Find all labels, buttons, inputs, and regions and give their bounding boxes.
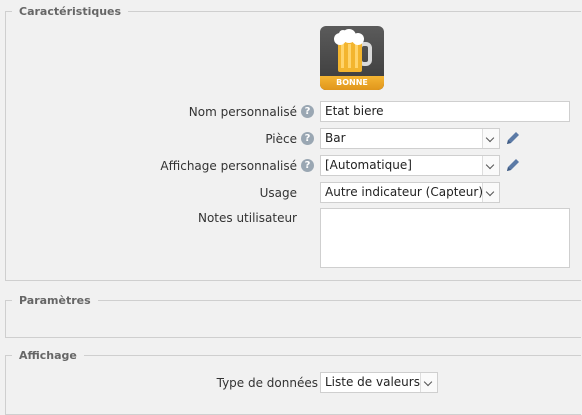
device-status-label: BONNE <box>320 76 384 90</box>
piece-select-value: Bar <box>325 131 346 145</box>
notes-textarea[interactable] <box>320 208 570 268</box>
fieldset-parametres: Paramètres <box>5 294 581 338</box>
section-title-caracteristiques: Caractéristiques <box>12 5 129 19</box>
type-select-value: Liste de valeurs <box>325 375 420 389</box>
affichage-select[interactable]: [Automatique] <box>320 155 500 176</box>
pencil-icon[interactable] <box>504 156 522 174</box>
section-title-affichage: Affichage <box>12 349 84 363</box>
chevron-down-icon <box>482 183 499 202</box>
help-icon[interactable]: ? <box>301 132 314 145</box>
chevron-down-icon <box>482 156 499 175</box>
beer-mug-icon <box>334 29 372 72</box>
affichage-label: Affichage personnalisé <box>160 159 297 173</box>
nom-label: Nom personnalisé <box>188 105 297 119</box>
pencil-icon[interactable] <box>504 129 522 147</box>
device-icon[interactable]: BONNE <box>320 26 384 90</box>
section-title-parametres: Paramètres <box>12 294 98 308</box>
affichage-select-value: [Automatique] <box>325 158 412 172</box>
usage-select[interactable]: Autre indicateur (Capteur) <box>320 182 500 203</box>
chevron-down-icon <box>420 373 437 392</box>
type-select[interactable]: Liste de valeurs <box>320 372 438 393</box>
notes-label: Notes utilisateur <box>197 211 297 225</box>
type-label: Type de données <box>216 376 318 390</box>
usage-label: Usage <box>259 186 297 200</box>
nom-input[interactable]: Etat biere <box>320 101 570 122</box>
piece-select[interactable]: Bar <box>320 128 500 149</box>
usage-select-value: Autre indicateur (Capteur) <box>325 185 484 199</box>
chevron-down-icon <box>482 129 499 148</box>
help-icon[interactable]: ? <box>301 159 314 172</box>
piece-label: Pièce <box>265 132 297 146</box>
help-icon[interactable]: ? <box>301 105 314 118</box>
